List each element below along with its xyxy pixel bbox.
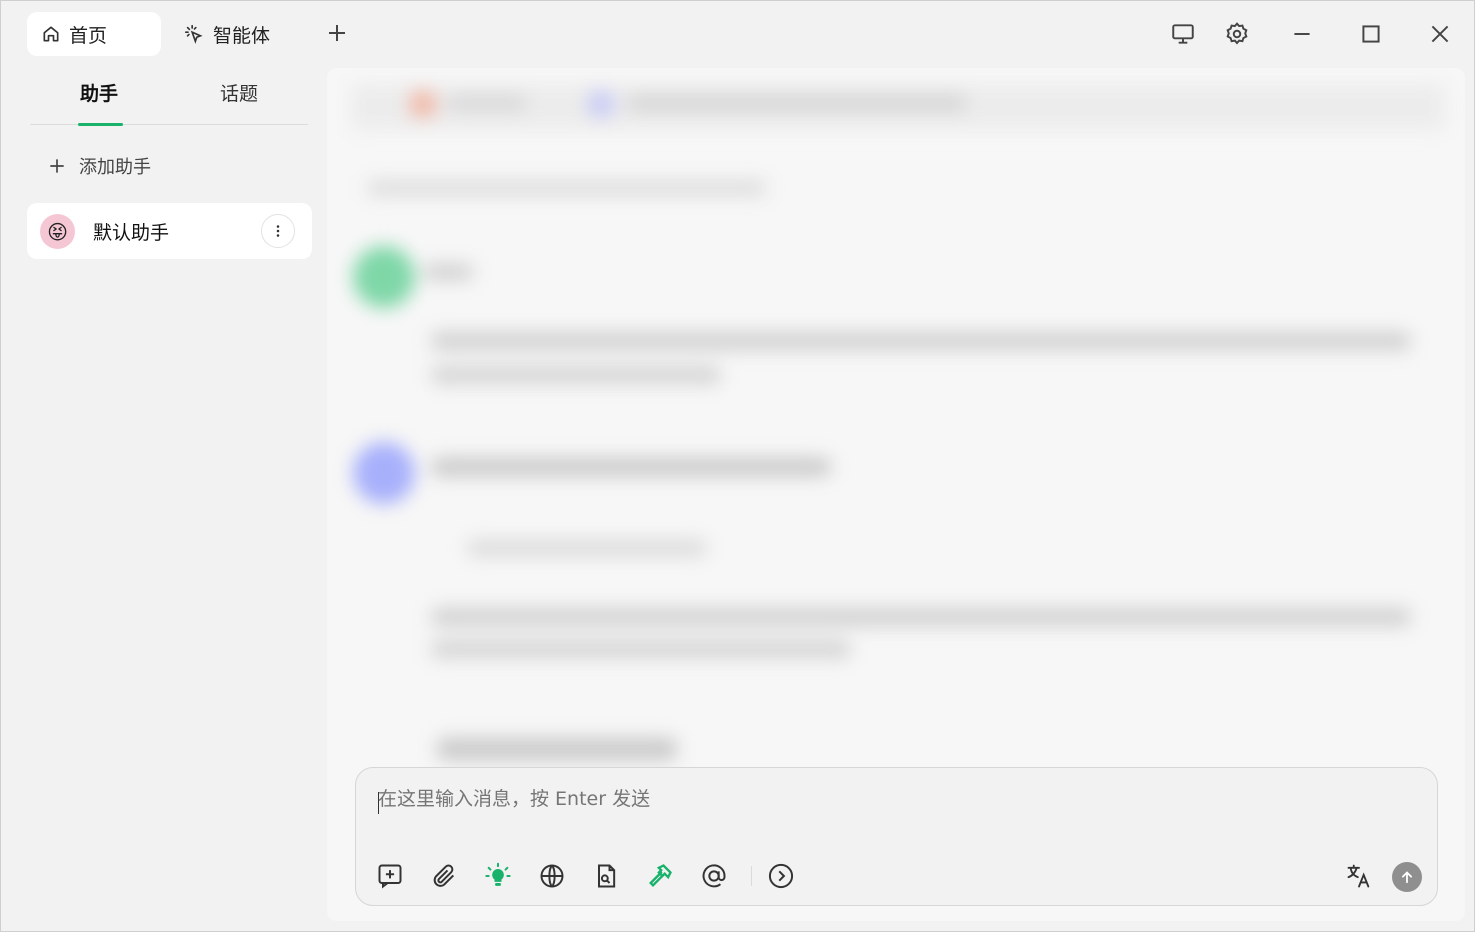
active-tab-indicator <box>78 123 123 126</box>
lightbulb-icon <box>485 862 511 886</box>
file-search-icon <box>598 864 616 888</box>
at-icon <box>702 864 726 888</box>
translate-icon <box>1347 864 1370 888</box>
tab-assistants[interactable]: 助手 <box>80 79 118 106</box>
close-icon <box>1431 25 1449 43</box>
avatar: 😝 <box>40 214 75 249</box>
add-assistant-button[interactable]: 添加助手 <box>47 153 151 179</box>
translate-button[interactable] <box>1345 862 1373 890</box>
home-icon <box>41 24 61 44</box>
sparkle-cursor-icon <box>183 23 205 45</box>
globe-icon <box>540 864 564 888</box>
add-tab-button[interactable] <box>325 21 349 45</box>
web-search-button[interactable] <box>538 862 566 890</box>
tab-label: 智能体 <box>213 24 271 47</box>
maximize-icon <box>1362 25 1380 43</box>
monitor-icon <box>1172 24 1194 44</box>
hammer-icon <box>649 864 672 887</box>
plus-icon <box>329 25 345 41</box>
sidebar-divider <box>30 124 308 125</box>
more-vertical-icon <box>276 225 280 237</box>
toolbar-separator <box>751 866 752 886</box>
knowledge-button[interactable] <box>592 862 620 890</box>
gear-icon <box>1226 22 1248 45</box>
message-composer <box>355 767 1438 906</box>
new-topic-icon <box>378 864 402 889</box>
expand-tools-button[interactable] <box>767 862 795 890</box>
message-input[interactable] <box>378 788 1378 810</box>
close-button[interactable] <box>1427 21 1453 47</box>
assistant-more-button[interactable] <box>261 214 295 248</box>
monitor-button[interactable] <box>1170 21 1196 47</box>
assistant-name: 默认助手 <box>93 222 170 244</box>
chevron-right-circle-icon <box>768 863 794 889</box>
plus-icon <box>50 159 64 173</box>
add-assistant-label: 添加助手 <box>79 157 151 178</box>
arrow-up-icon <box>1401 871 1413 884</box>
new-topic-button[interactable] <box>376 862 404 890</box>
tab-label: 首页 <box>69 24 108 47</box>
attachment-button[interactable] <box>430 862 458 890</box>
maximize-button[interactable] <box>1358 21 1384 47</box>
tools-button[interactable] <box>646 862 674 890</box>
assistant-item[interactable]: 😝 默认助手 <box>27 203 312 259</box>
settings-button[interactable] <box>1224 21 1250 47</box>
send-button[interactable] <box>1392 862 1422 892</box>
tab-topics[interactable]: 话题 <box>220 79 258 106</box>
mention-button[interactable] <box>700 862 728 890</box>
minimize-button[interactable] <box>1289 21 1315 47</box>
minimize-icon <box>1294 33 1310 35</box>
thinking-button[interactable] <box>484 862 512 890</box>
attachment-icon <box>433 864 455 887</box>
tab-home[interactable]: 首页 <box>27 12 161 56</box>
tab-agents[interactable]: 智能体 <box>183 12 270 56</box>
app-window: 首页 智能体 助手 话题 添加助手 😝 默认助手 <box>0 0 1475 932</box>
